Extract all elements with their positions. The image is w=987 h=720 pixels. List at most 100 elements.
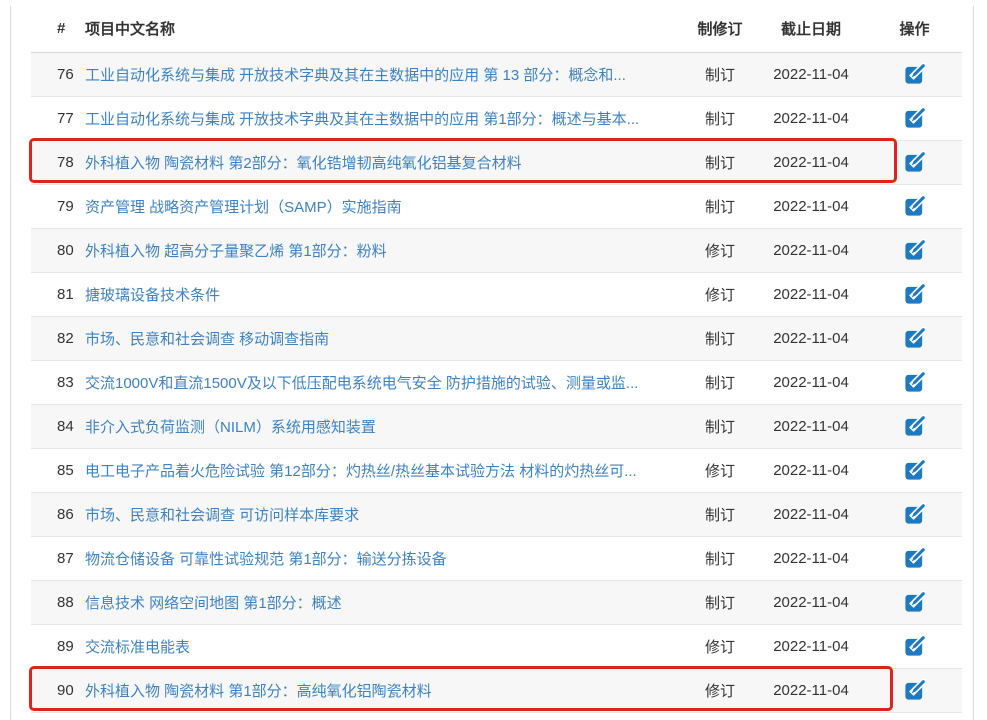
- table-row: 86市场、民意和社会调查 可访问样本库要求制订2022-11-04: [31, 492, 962, 536]
- edit-button[interactable]: [903, 371, 926, 394]
- project-name-link[interactable]: 信息技术 网络空间地图 第1部分：概述: [85, 595, 342, 612]
- edit-button[interactable]: [903, 635, 926, 658]
- revision-type: 修订: [685, 448, 755, 492]
- header-operation: 操作: [867, 6, 962, 52]
- row-number: 87: [31, 536, 85, 580]
- row-number: 90: [31, 668, 85, 712]
- table-header-row: # 项目中文名称 制修订 截止日期 操作: [31, 6, 962, 52]
- header-deadline: 截止日期: [755, 6, 867, 52]
- edit-button[interactable]: [903, 63, 926, 86]
- table-row: 83交流1000V和直流1500V及以下低压配电系统电气安全 防护措施的试验、测…: [31, 360, 962, 404]
- edit-button[interactable]: [903, 151, 926, 174]
- project-name-link[interactable]: 搪玻璃设备技术条件: [85, 287, 220, 304]
- revision-type: 制订: [685, 316, 755, 360]
- revision-type: 制订: [685, 184, 755, 228]
- project-name-link[interactable]: 外科植入物 陶瓷材料 第2部分：氧化锆增韧高纯氧化铝基复合材料: [85, 155, 522, 172]
- edit-icon: [903, 107, 926, 130]
- edit-icon: [903, 371, 926, 394]
- row-number: 76: [31, 52, 85, 96]
- deadline-date: 2022-11-04: [755, 492, 867, 536]
- edit-icon: [903, 459, 926, 482]
- row-number: 78: [31, 140, 85, 184]
- deadline-date: 2022-11-04: [755, 668, 867, 712]
- edit-button[interactable]: [903, 107, 926, 130]
- project-name-link[interactable]: 物流仓储设备 可靠性试验规范 第1部分：输送分拣设备: [85, 551, 447, 568]
- operation-cell: [867, 624, 962, 668]
- revision-type: 修订: [685, 668, 755, 712]
- projects-table: # 项目中文名称 制修订 截止日期 操作 76工业自动化系统与集成 开放技术字典…: [31, 6, 962, 713]
- deadline-date: 2022-11-04: [755, 272, 867, 316]
- row-number: 81: [31, 272, 85, 316]
- edit-button[interactable]: [903, 591, 926, 614]
- operation-cell: [867, 184, 962, 228]
- edit-button[interactable]: [903, 239, 926, 262]
- edit-button[interactable]: [903, 547, 926, 570]
- operation-cell: [867, 272, 962, 316]
- project-name-link[interactable]: 工业自动化系统与集成 开放技术字典及其在主数据中的应用 第1部分：概述与基本..…: [85, 111, 639, 128]
- project-name-cell: 市场、民意和社会调查 移动调查指南: [85, 316, 685, 360]
- row-number: 82: [31, 316, 85, 360]
- operation-cell: [867, 140, 962, 184]
- edit-icon: [903, 503, 926, 526]
- deadline-date: 2022-11-04: [755, 580, 867, 624]
- project-name-link[interactable]: 非介入式负荷监测（NILM）系统用感知装置: [85, 419, 376, 436]
- revision-type: 制订: [685, 360, 755, 404]
- deadline-date: 2022-11-04: [755, 360, 867, 404]
- project-name-cell: 外科植入物 陶瓷材料 第1部分：高纯氧化铝陶瓷材料: [85, 668, 685, 712]
- table-row: 82市场、民意和社会调查 移动调查指南制订2022-11-04: [31, 316, 962, 360]
- project-name-cell: 工业自动化系统与集成 开放技术字典及其在主数据中的应用 第1部分：概述与基本..…: [85, 96, 685, 140]
- edit-button[interactable]: [903, 459, 926, 482]
- operation-cell: [867, 52, 962, 96]
- revision-type: 修订: [685, 228, 755, 272]
- operation-cell: [867, 536, 962, 580]
- deadline-date: 2022-11-04: [755, 536, 867, 580]
- table-row: 89交流标准电能表修订2022-11-04: [31, 624, 962, 668]
- edit-button[interactable]: [903, 283, 926, 306]
- project-name-cell: 交流标准电能表: [85, 624, 685, 668]
- edit-button[interactable]: [903, 679, 926, 702]
- edit-icon: [903, 415, 926, 438]
- project-name-link[interactable]: 电工电子产品着火危险试验 第12部分：灼热丝/热丝基本试验方法 材料的灼热丝可.…: [85, 463, 637, 480]
- operation-cell: [867, 404, 962, 448]
- project-name-link[interactable]: 工业自动化系统与集成 开放技术字典及其在主数据中的应用 第 13 部分：概念和.…: [85, 67, 626, 84]
- content-panel: # 项目中文名称 制修订 截止日期 操作 76工业自动化系统与集成 开放技术字典…: [10, 6, 974, 720]
- project-name-link[interactable]: 交流1000V和直流1500V及以下低压配电系统电气安全 防护措施的试验、测量或…: [85, 375, 638, 392]
- operation-cell: [867, 360, 962, 404]
- operation-cell: [867, 228, 962, 272]
- row-number: 83: [31, 360, 85, 404]
- operation-cell: [867, 580, 962, 624]
- row-number: 80: [31, 228, 85, 272]
- project-name-cell: 市场、民意和社会调查 可访问样本库要求: [85, 492, 685, 536]
- edit-button[interactable]: [903, 415, 926, 438]
- project-name-link[interactable]: 市场、民意和社会调查 移动调查指南: [85, 331, 329, 348]
- edit-button[interactable]: [903, 503, 926, 526]
- project-name-link[interactable]: 外科植入物 陶瓷材料 第1部分：高纯氧化铝陶瓷材料: [85, 683, 432, 700]
- project-name-link[interactable]: 市场、民意和社会调查 可访问样本库要求: [85, 507, 359, 524]
- edit-button[interactable]: [903, 327, 926, 350]
- project-name-link[interactable]: 外科植入物 超高分子量聚乙烯 第1部分：粉料: [85, 243, 387, 260]
- project-name-cell: 交流1000V和直流1500V及以下低压配电系统电气安全 防护措施的试验、测量或…: [85, 360, 685, 404]
- row-number: 86: [31, 492, 85, 536]
- table-row: 84非介入式负荷监测（NILM）系统用感知装置制订2022-11-04: [31, 404, 962, 448]
- table-row: 80外科植入物 超高分子量聚乙烯 第1部分：粉料修订2022-11-04: [31, 228, 962, 272]
- header-revision-type: 制修订: [685, 6, 755, 52]
- project-name-cell: 非介入式负荷监测（NILM）系统用感知装置: [85, 404, 685, 448]
- project-name-cell: 外科植入物 陶瓷材料 第2部分：氧化锆增韧高纯氧化铝基复合材料: [85, 140, 685, 184]
- project-name-cell: 电工电子产品着火危险试验 第12部分：灼热丝/热丝基本试验方法 材料的灼热丝可.…: [85, 448, 685, 492]
- project-name-cell: 工业自动化系统与集成 开放技术字典及其在主数据中的应用 第 13 部分：概念和.…: [85, 52, 685, 96]
- operation-cell: [867, 96, 962, 140]
- edit-icon: [903, 283, 926, 306]
- revision-type: 修订: [685, 272, 755, 316]
- row-number: 89: [31, 624, 85, 668]
- edit-icon: [903, 151, 926, 174]
- edit-button[interactable]: [903, 195, 926, 218]
- project-name-cell: 资产管理 战略资产管理计划（SAMP）实施指南: [85, 184, 685, 228]
- project-name-link[interactable]: 资产管理 战略资产管理计划（SAMP）实施指南: [85, 199, 402, 216]
- edit-icon: [903, 63, 926, 86]
- revision-type: 修订: [685, 624, 755, 668]
- table-row: 78外科植入物 陶瓷材料 第2部分：氧化锆增韧高纯氧化铝基复合材料制订2022-…: [31, 140, 962, 184]
- table-row: 77工业自动化系统与集成 开放技术字典及其在主数据中的应用 第1部分：概述与基本…: [31, 96, 962, 140]
- project-name-link[interactable]: 交流标准电能表: [85, 639, 190, 656]
- edit-icon: [903, 547, 926, 570]
- deadline-date: 2022-11-04: [755, 140, 867, 184]
